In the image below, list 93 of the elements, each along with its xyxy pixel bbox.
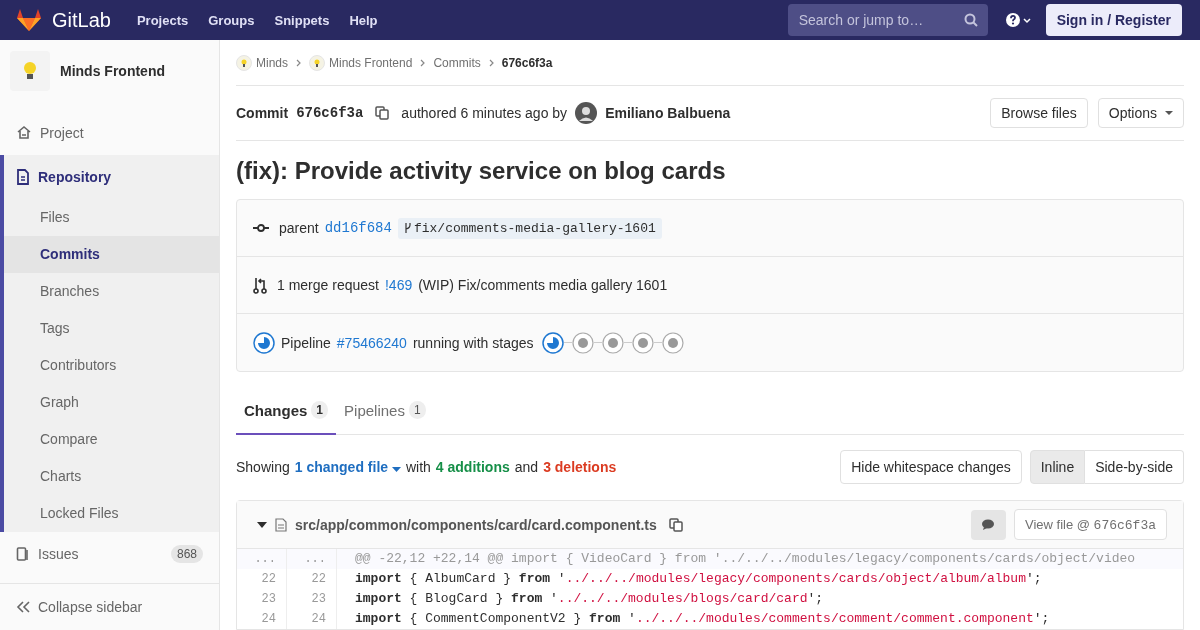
group-avatar bbox=[236, 54, 252, 71]
additions-count: 4 additions bbox=[435, 459, 510, 476]
chevron-icon bbox=[420, 58, 426, 67]
comment-button[interactable] bbox=[970, 509, 1006, 540]
commit-sha: 676c6f3a bbox=[296, 105, 364, 122]
nav-link[interactable]: Snippets bbox=[274, 12, 330, 28]
breadcrumb-link[interactable]: Minds Frontend bbox=[329, 55, 413, 70]
brand-name[interactable]: GitLab bbox=[52, 8, 111, 32]
changed-files-dropdown[interactable]: 1 changed file bbox=[294, 459, 401, 476]
chevron-icon bbox=[296, 58, 301, 67]
fox-logo-icon[interactable] bbox=[16, 8, 42, 32]
code-line: import { AlbumCard } from '../../../modules/legacy/components/cards/object/album/album'; bbox=[354, 570, 1043, 588]
and-label: and bbox=[514, 459, 539, 476]
line-number: ... bbox=[287, 549, 337, 569]
sidebar-subitem[interactable]: Locked Files bbox=[4, 495, 219, 532]
merge-request-count: 1 merge request bbox=[277, 277, 379, 294]
breadcrumb-link[interactable]: 676c6f3a bbox=[501, 55, 553, 70]
project-name[interactable]: Minds Frontend bbox=[60, 62, 165, 79]
nav-link[interactable]: Groups bbox=[208, 12, 255, 28]
count-badge: 868 bbox=[170, 545, 203, 563]
deletions-count: 3 deletions bbox=[543, 459, 617, 476]
collapse-sidebar-button[interactable]: Collapse sidebar bbox=[0, 583, 219, 630]
commit-icon bbox=[253, 223, 269, 234]
commit-label: Commit bbox=[236, 105, 289, 122]
tab[interactable]: Pipelines 1 bbox=[336, 388, 434, 435]
hunk-header: @@ -22,12 +22,14 @@ import { VideoCard } from '../../../modules/legacy/components/cards/object/video bbox=[337, 549, 1183, 569]
breadcrumb-link[interactable]: Commits bbox=[433, 55, 481, 70]
copy-icon[interactable] bbox=[668, 517, 683, 532]
merge-request-link[interactable]: !469 bbox=[384, 277, 413, 294]
caret-icon bbox=[391, 467, 401, 473]
avatar-icon[interactable] bbox=[575, 102, 598, 125]
parent-sha-link[interactable]: dd16f684 bbox=[324, 220, 392, 237]
sidebar-subitem[interactable]: Branches bbox=[4, 273, 219, 310]
parent-label: parent bbox=[279, 220, 319, 237]
sidebar-subitem[interactable]: Commits bbox=[4, 236, 219, 273]
double-chevron-icon bbox=[16, 601, 30, 613]
tab[interactable]: Changes 1 bbox=[236, 388, 337, 435]
issues-icon bbox=[16, 546, 30, 562]
help-icon[interactable] bbox=[1005, 12, 1032, 28]
lightbulb-icon bbox=[23, 60, 37, 81]
nav-link[interactable]: Help bbox=[349, 12, 378, 28]
sidebar-item[interactable]: Repository bbox=[4, 155, 219, 199]
nav-link[interactable]: Projects bbox=[136, 12, 189, 28]
view-file-button[interactable]: View file @ 676c6f3a bbox=[1013, 509, 1167, 540]
caret-icon bbox=[1165, 110, 1173, 116]
group-avatar bbox=[309, 54, 325, 71]
pipeline-label: Pipeline bbox=[281, 334, 331, 351]
sidebar-subitem[interactable]: Charts bbox=[4, 458, 219, 495]
pipeline-link[interactable]: #75466240 bbox=[336, 334, 407, 351]
speech-bubble-icon bbox=[981, 518, 996, 531]
code-line: import { BlogCard } from '../../../modules/blogs/card/card'; bbox=[354, 590, 825, 608]
pipeline-status-text: running with stages bbox=[412, 334, 534, 351]
pending-status-icon[interactable] bbox=[661, 331, 684, 354]
copy-icon[interactable] bbox=[375, 106, 390, 121]
with-label: with bbox=[405, 459, 431, 476]
merge-request-title: (WIP) Fix/comments media gallery 1601 bbox=[418, 277, 668, 294]
running-status-icon[interactable] bbox=[253, 331, 275, 354]
sidebar-subitem[interactable]: Tags bbox=[4, 310, 219, 347]
author-name[interactable]: Emiliano Balbuena bbox=[605, 105, 731, 122]
search-box[interactable]: Search or jump to… bbox=[787, 4, 988, 36]
code-line: import { CommentComponentV2 } from '../../../modules/comments/comment/comment.component'; bbox=[354, 610, 1051, 628]
document-icon bbox=[16, 169, 30, 185]
breadcrumb-link[interactable]: Minds bbox=[256, 55, 288, 70]
running-status-icon[interactable] bbox=[541, 331, 564, 354]
pending-status-icon[interactable] bbox=[571, 331, 594, 354]
authored-text: authored 6 minutes ago by bbox=[401, 105, 568, 122]
chevron-icon bbox=[488, 58, 494, 67]
caret-icon[interactable] bbox=[257, 521, 267, 528]
hide-whitespace-button[interactable]: Hide whitespace changes bbox=[840, 450, 1022, 485]
sign-in-button[interactable]: Sign in / Register bbox=[1045, 4, 1182, 36]
sidebar-item[interactable]: Issues 868 bbox=[0, 532, 219, 576]
showing-label: Showing bbox=[236, 459, 290, 476]
view-mode-button[interactable]: Side-by-side bbox=[1085, 450, 1184, 485]
search-icon bbox=[963, 13, 978, 27]
search-field[interactable]: Search or jump to… bbox=[796, 11, 964, 29]
line-number: ... bbox=[237, 549, 287, 569]
pending-status-icon[interactable] bbox=[601, 331, 624, 354]
file-icon bbox=[275, 517, 287, 532]
browse-files-button[interactable]: Browse files bbox=[990, 98, 1088, 129]
sidebar-subitem[interactable]: Contributors bbox=[4, 347, 219, 384]
branch-icon bbox=[403, 222, 412, 235]
file-path[interactable]: src/app/common/components/card/card.component.ts bbox=[295, 516, 657, 533]
options-button[interactable]: Options bbox=[1097, 98, 1184, 129]
sidebar-subitem[interactable]: Graph bbox=[4, 384, 219, 421]
branch-label[interactable]: fix/comments-media-gallery-1601 bbox=[397, 217, 662, 239]
sidebar-subitem[interactable]: Compare bbox=[4, 421, 219, 458]
home-icon bbox=[16, 125, 32, 141]
merge-request-icon bbox=[253, 276, 267, 295]
sidebar-subitem[interactable]: Files bbox=[4, 199, 219, 236]
view-mode-button[interactable]: Inline bbox=[1029, 450, 1086, 485]
sidebar-item[interactable]: Project bbox=[0, 111, 219, 155]
commit-title: (fix): Provide activity service on blog cards bbox=[236, 157, 727, 186]
pending-status-icon[interactable] bbox=[631, 331, 654, 354]
